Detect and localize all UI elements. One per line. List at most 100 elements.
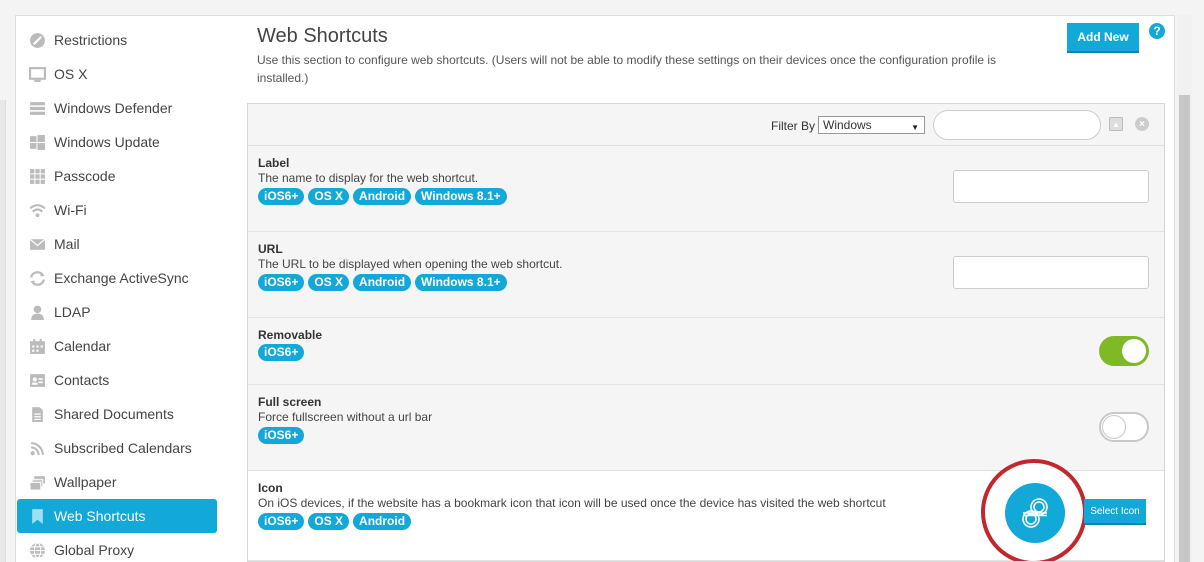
page-title: Web Shortcuts (257, 25, 388, 47)
sidebar-item-osx[interactable]: OS X (17, 57, 217, 91)
sidebar-item-label: Web Shortcuts (54, 508, 146, 524)
fullscreen-platform-tags: iOS6+ (258, 427, 1154, 444)
scrollbar-thumb[interactable] (1179, 95, 1190, 562)
globe-icon (29, 542, 46, 559)
platform-tag: Android (353, 513, 412, 530)
removable-title: Removable (258, 328, 323, 342)
sidebar-item-global-proxy[interactable]: Global Proxy (17, 533, 217, 562)
platform-tag: iOS6+ (258, 344, 305, 361)
sidebar-item-calendar[interactable]: Calendar (17, 329, 217, 363)
web-shortcut-form: Filter By Windows ▼ ▲ × Label The name t… (247, 103, 1165, 562)
filter-label: Filter By (771, 119, 816, 133)
infinity-icon (1022, 498, 1048, 528)
keypad-icon (29, 168, 46, 185)
sidebar-item-label: Wallpaper (54, 474, 117, 490)
platform-tag: Windows 8.1+ (415, 188, 507, 205)
platform-tag: OS X (308, 274, 350, 291)
sidebar-item-exchange[interactable]: Exchange ActiveSync (17, 261, 217, 295)
document-icon (29, 406, 46, 423)
sidebar-item-contacts[interactable]: Contacts (17, 363, 217, 397)
url-input[interactable] (953, 256, 1149, 289)
bookmark-icon (29, 508, 46, 525)
sidebar-item-web-shortcuts[interactable]: Web Shortcuts (17, 499, 217, 533)
sidebar-item-label: Passcode (54, 168, 116, 184)
sidebar-item-windows-update[interactable]: Windows Update (17, 125, 217, 159)
sidebar-item-shared-documents[interactable]: Shared Documents (17, 397, 217, 431)
platform-tag: iOS6+ (258, 188, 305, 205)
platform-tag: iOS6+ (258, 274, 305, 291)
rss-icon (29, 440, 46, 457)
url-row: URL The URL to be displayed when opening… (248, 232, 1164, 318)
calendar-icon (29, 338, 46, 355)
sidebar-item-label: Restrictions (54, 32, 128, 48)
sidebar-item-label: Windows Defender (54, 100, 173, 116)
clear-icon[interactable]: × (1135, 117, 1149, 131)
sidebar-item-label: Subscribed Calendars (54, 440, 192, 456)
add-new-button[interactable]: Add New (1067, 23, 1139, 53)
shortcut-app-icon[interactable] (1005, 483, 1065, 543)
platform-tag: OS X (308, 513, 350, 530)
platform-tag: Android (353, 274, 412, 291)
settings-sidebar: Restrictions OS X Windows Defender Windo… (17, 23, 217, 562)
sidebar-item-label: LDAP (54, 304, 91, 320)
removable-platform-tags: iOS6+ (258, 344, 1154, 361)
sidebar-item-label: Global Proxy (54, 542, 135, 558)
platform-tag: iOS6+ (258, 513, 305, 530)
wifi-icon (29, 202, 46, 219)
platform-tag: iOS6+ (258, 427, 305, 444)
select-icon-button[interactable]: Select Icon (1084, 499, 1146, 525)
fullscreen-row: Full screen Force fullscreen without a u… (248, 385, 1164, 471)
filter-search-input[interactable] (933, 110, 1101, 140)
filter-bar: Filter By Windows ▼ ▲ × (248, 104, 1164, 146)
sidebar-item-label: Shared Documents (54, 406, 174, 422)
wallpaper-icon (29, 474, 46, 491)
sidebar-item-passcode[interactable]: Passcode (17, 159, 217, 193)
icon-row: Icon On iOS devices, if the website has … (248, 459, 1164, 561)
label-title: Label (258, 156, 290, 170)
sidebar-item-ldap[interactable]: LDAP (17, 295, 217, 329)
sync-icon (29, 270, 46, 287)
collapse-icon[interactable]: ▲ (1109, 117, 1123, 131)
contacts-icon (29, 372, 46, 389)
fullscreen-description: Force fullscreen without a url bar (258, 410, 433, 424)
help-icon[interactable]: ? (1149, 23, 1165, 39)
sidebar-item-windows-defender[interactable]: Windows Defender (17, 91, 217, 125)
sidebar-item-label: Contacts (54, 372, 110, 388)
platform-tag: Windows 8.1+ (415, 274, 507, 291)
left-edge-strip (0, 100, 6, 562)
sidebar-item-subscribed-calendars[interactable]: Subscribed Calendars (17, 431, 217, 465)
label-row: Label The name to display for the web sh… (248, 146, 1164, 232)
dropdown-arrow-icon: ▼ (911, 123, 919, 132)
removable-toggle[interactable] (1099, 336, 1149, 366)
wall-icon (29, 100, 46, 117)
sidebar-item-label: Exchange ActiveSync (54, 270, 189, 286)
mail-icon (29, 236, 46, 253)
user-icon (29, 304, 46, 321)
sidebar-item-wifi[interactable]: Wi-Fi (17, 193, 217, 227)
icon-highlight-circle (981, 459, 1087, 561)
sidebar-item-mail[interactable]: Mail (17, 227, 217, 261)
fullscreen-title: Full screen (258, 395, 322, 409)
sidebar-item-wallpaper[interactable]: Wallpaper (17, 465, 217, 499)
toggle-knob (1102, 415, 1126, 439)
removable-row: Removable iOS6+ (248, 318, 1164, 385)
sidebar-item-label: OS X (54, 66, 88, 82)
filter-selected-value: Windows (823, 118, 872, 132)
url-title: URL (258, 242, 283, 256)
windows-icon (29, 134, 46, 151)
filter-platform-select[interactable]: Windows ▼ (818, 116, 925, 134)
platform-tag: OS X (308, 188, 350, 205)
toggle-knob (1122, 339, 1146, 363)
sidebar-item-restrictions[interactable]: Restrictions (17, 23, 217, 57)
sidebar-item-label: Wi-Fi (54, 202, 87, 218)
platform-tag: Android (353, 188, 412, 205)
sidebar-item-label: Windows Update (54, 134, 160, 150)
monitor-icon (29, 66, 46, 83)
fullscreen-toggle[interactable] (1099, 412, 1149, 442)
page-description: Use this section to configure web shortc… (257, 53, 997, 85)
label-input[interactable] (953, 170, 1149, 203)
page-scrollbar[interactable] (1177, 15, 1192, 562)
sidebar-item-label: Calendar (54, 338, 111, 354)
restrictions-icon (29, 32, 46, 49)
sidebar-item-label: Mail (54, 236, 80, 252)
